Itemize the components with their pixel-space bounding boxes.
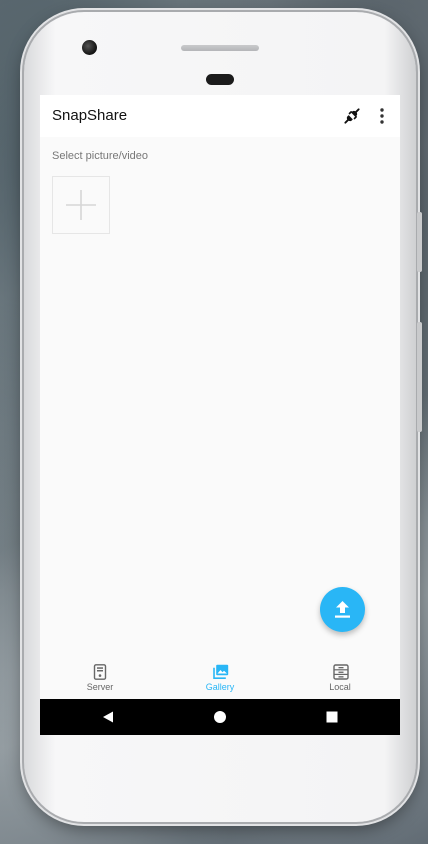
nav-item-local[interactable]: Local [280,657,400,699]
nav-label-local: Local [329,682,351,692]
home-circle-icon[interactable] [213,710,227,724]
proximity-sensor [206,74,234,85]
back-triangle-icon[interactable] [101,710,115,724]
app-screen: SnapShare Select picture/video Server Ga… [40,95,400,735]
volume-button [417,212,422,272]
plus-icon [66,190,96,220]
add-media-button[interactable] [52,176,110,234]
gallery-icon [213,664,229,679]
upload-icon [335,601,350,618]
nav-label-gallery: Gallery [205,682,235,692]
nav-item-server[interactable]: Server [40,657,160,699]
server-icon [93,664,107,680]
plug-disconnected-icon[interactable] [342,106,362,126]
power-button [417,322,422,432]
recents-square-icon[interactable] [326,711,338,723]
local-storage-icon [333,664,349,680]
system-navigation-bar [40,699,400,735]
front-camera [82,40,97,55]
upload-button[interactable] [320,587,365,632]
app-title: SnapShare [52,107,128,124]
select-media-label: Select picture/video [52,150,148,162]
bottom-navigation: Server Gallery Local [40,657,400,699]
nav-item-gallery[interactable]: Gallery [160,657,280,699]
earpiece-speaker [181,45,259,51]
nav-label-server: Server [86,682,114,692]
app-bar: SnapShare [40,95,400,137]
more-vert-icon[interactable] [374,106,390,126]
